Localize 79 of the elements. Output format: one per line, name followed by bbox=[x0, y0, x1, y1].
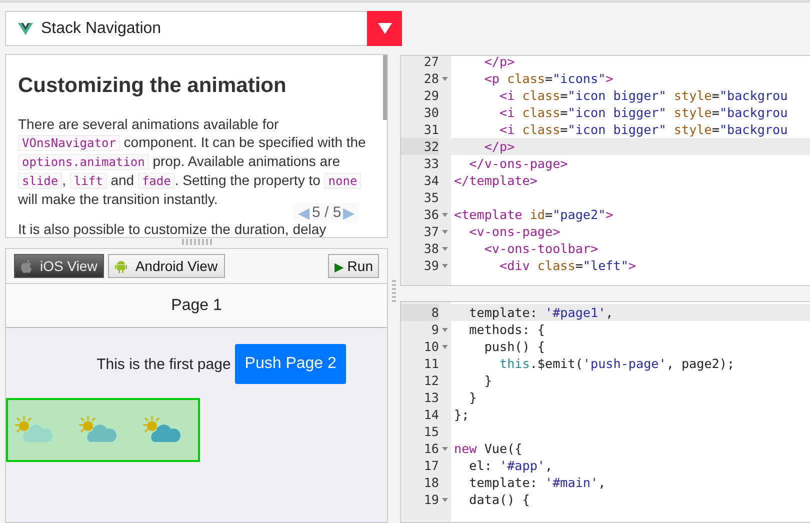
line-number: 18 bbox=[422, 474, 439, 491]
scrollbar[interactable] bbox=[383, 55, 387, 120]
code-line: <template id="page2"> bbox=[453, 207, 614, 222]
line-number: 39 bbox=[422, 257, 439, 274]
line-number: 34 bbox=[422, 172, 439, 189]
selector-title: Stack Navigation bbox=[41, 20, 162, 38]
fold-icon[interactable] bbox=[442, 446, 448, 450]
fold-icon[interactable] bbox=[442, 328, 448, 332]
doc-paragraph: It is also possible to customize the duration, delay bbox=[18, 220, 328, 237]
line-number: 32 bbox=[401, 138, 439, 155]
code-line: data() { bbox=[468, 492, 530, 507]
view-tab[interactable]: Android View bbox=[108, 254, 225, 278]
caret-icon bbox=[378, 23, 392, 34]
line-number: 15 bbox=[422, 423, 439, 440]
dropdown-button[interactable] bbox=[367, 11, 402, 46]
line-number: 8 bbox=[401, 304, 439, 321]
line-number: 19 bbox=[422, 491, 439, 508]
code-editor[interactable]: 8 template: '#page1', 9 methods: { 10 push() { 11 this.$emit('push-page', page2); 12 } 13 } 14 }; 15 16 new Vue({ 17 el: '#app', 18 template: '#main', 19 data() { bbox=[400, 301, 810, 523]
line-number: 38 bbox=[422, 240, 439, 257]
fold-icon[interactable] bbox=[442, 498, 448, 502]
code-line: <v-ons-page> bbox=[468, 224, 560, 239]
line-number: 9 bbox=[430, 321, 439, 338]
code-line: this.$emit('push-page', page2); bbox=[498, 356, 735, 371]
line-number: 13 bbox=[422, 389, 439, 406]
line-number: 29 bbox=[422, 87, 439, 104]
code-line: <i class="icon bigger" style="backgrou bbox=[498, 88, 788, 103]
code-line: <div class="left"> bbox=[498, 258, 636, 273]
logo-icon bbox=[18, 22, 33, 34]
page-counter: 5 / 5 bbox=[312, 204, 342, 222]
code-line: el: '#app', bbox=[468, 458, 553, 473]
push-button[interactable]: Push Page 2 bbox=[234, 344, 346, 384]
doc-paragraph: There are several animations available for VOnsNavigator component. It can be specified with the options.animation prop. Available animations are slide , lift and fade . Setting the property to none will make the transition instantly. bbox=[18, 115, 367, 207]
android-icon bbox=[115, 260, 128, 272]
line-number: 37 bbox=[422, 223, 439, 240]
fold-icon[interactable] bbox=[442, 246, 448, 250]
fold-icon[interactable] bbox=[442, 344, 448, 348]
code-line: push() { bbox=[483, 339, 545, 354]
line-number: 11 bbox=[422, 355, 439, 372]
code-line: </p> bbox=[483, 139, 515, 154]
doc-heading: Customizing the animation bbox=[18, 74, 288, 98]
code-line: </template> bbox=[453, 173, 538, 188]
code-line: template: '#page1', bbox=[468, 305, 614, 320]
example-selector[interactable]: Stack Navigation bbox=[5, 11, 402, 46]
fold-icon[interactable] bbox=[442, 212, 448, 216]
fold-icon[interactable] bbox=[442, 264, 448, 268]
code-line: } bbox=[483, 373, 492, 388]
code-line: methods: { bbox=[468, 322, 545, 337]
code-line: <i class="icon bigger" style="backgrou bbox=[498, 105, 788, 120]
code-line: template: '#main', bbox=[468, 475, 606, 490]
line-number: 17 bbox=[422, 457, 439, 474]
fold-icon[interactable] bbox=[442, 230, 448, 234]
code-line: </p> bbox=[483, 56, 515, 69]
splitter-handle[interactable] bbox=[392, 280, 396, 304]
line-number: 14 bbox=[422, 406, 439, 423]
code-line: </v-ons-page> bbox=[468, 156, 568, 171]
apple-icon bbox=[21, 260, 32, 272]
fold-icon[interactable] bbox=[442, 76, 448, 80]
line-number: 31 bbox=[422, 121, 439, 138]
line-number: 35 bbox=[422, 189, 439, 206]
code-line: new Vue({ bbox=[453, 441, 522, 456]
splitter-handle[interactable] bbox=[182, 239, 212, 245]
line-number: 27 bbox=[422, 56, 439, 70]
line-number: 12 bbox=[422, 372, 439, 389]
page-title: Page 1 bbox=[171, 296, 222, 314]
line-number: 36 bbox=[422, 206, 439, 223]
code-line: } bbox=[468, 390, 477, 405]
line-number: 10 bbox=[422, 338, 439, 355]
code-line: <v-ons-toolbar> bbox=[483, 241, 598, 256]
line-number: 33 bbox=[422, 155, 439, 172]
line-number: 30 bbox=[422, 104, 439, 121]
code-line: <i class="icon bigger" style="backgrou bbox=[498, 122, 788, 137]
view-tab[interactable]: iOS View bbox=[14, 254, 104, 278]
line-number: 16 bbox=[422, 440, 439, 457]
line-number: 28 bbox=[422, 70, 439, 87]
code-line: <p class="icons"> bbox=[483, 71, 614, 86]
code-editor[interactable] bbox=[400, 55, 810, 286]
run-button[interactable]: ▶ Run bbox=[328, 254, 379, 278]
code-line: }; bbox=[453, 407, 470, 422]
page-text: This is the first page bbox=[96, 356, 231, 372]
